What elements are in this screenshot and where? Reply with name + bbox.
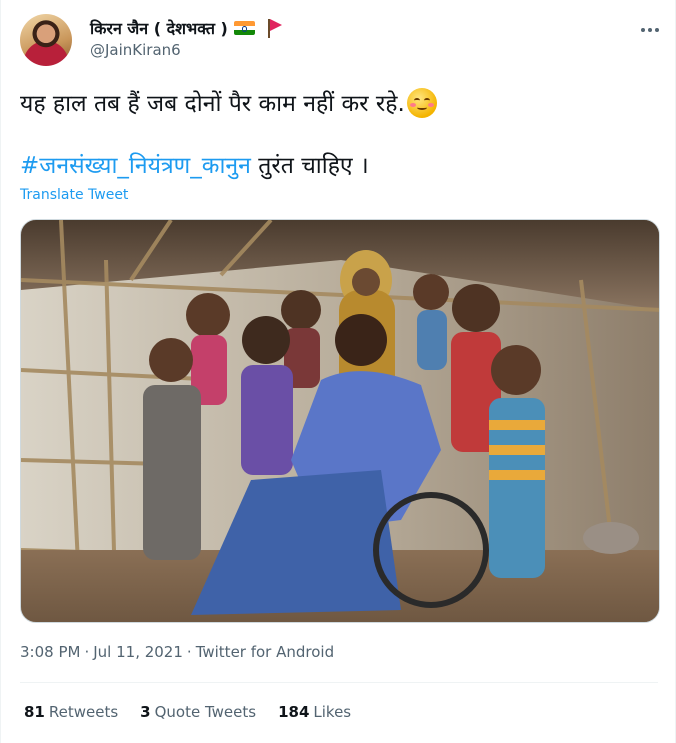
tweet-text-suffix: तुरंत चाहिए । bbox=[250, 153, 369, 179]
saffron-pennant-icon bbox=[265, 18, 283, 38]
retweets-stat[interactable]: 81 Retweets bbox=[24, 703, 118, 725]
tweet-photo[interactable] bbox=[20, 219, 660, 623]
author-avatar[interactable] bbox=[20, 14, 72, 66]
likes-label: Likes bbox=[313, 703, 352, 721]
tweet-text-sentence: यह हाल तब हैं जब दोनों पैर काम नहीं कर र… bbox=[20, 91, 405, 117]
tweet-detail: किरन जैन ( देशभक्त ) @JainKiran6 यह हाल … bbox=[0, 0, 676, 743]
more-options-icon[interactable] bbox=[637, 22, 663, 38]
quotes-count: 3 bbox=[140, 703, 151, 721]
tweet-text-line2: #जनसंख्या_नियंत्रण_कानुन तुरंत चाहिए । bbox=[20, 151, 369, 181]
tweet-time[interactable]: 3:08 PM bbox=[20, 643, 80, 665]
quotes-label: Quote Tweets bbox=[154, 703, 257, 721]
retweets-label: Retweets bbox=[48, 703, 119, 721]
tweet-date[interactable]: Jul 11, 2021 bbox=[93, 643, 183, 665]
separator-dot: · bbox=[186, 643, 192, 661]
tweet-timestamp: 3:08 PM · Jul 11, 2021 · Twitter for And… bbox=[20, 643, 334, 665]
likes-count: 184 bbox=[278, 703, 310, 721]
author-handle[interactable]: @JainKiran6 bbox=[90, 41, 181, 59]
tweet-stats: 81 Retweets 3 Quote Tweets 184 Likes bbox=[24, 703, 351, 725]
photo-image bbox=[21, 220, 659, 622]
retweets-count: 81 bbox=[24, 703, 45, 721]
india-flag-icon bbox=[233, 21, 255, 35]
translate-tweet-link[interactable]: Translate Tweet bbox=[20, 187, 128, 203]
blush-emoji-icon bbox=[406, 88, 437, 118]
tweet-text-line1: यह हाल तब हैं जब दोनों पैर काम नहीं कर र… bbox=[20, 88, 437, 119]
hashtag-link[interactable]: #जनसंख्या_नियंत्रण_कानुन bbox=[20, 153, 251, 179]
tweet-source-link[interactable]: Twitter for Android bbox=[196, 643, 334, 665]
likes-stat[interactable]: 184 Likes bbox=[278, 703, 351, 725]
author-name-row: किरन जैन ( देशभक्त ) bbox=[90, 17, 283, 39]
separator-dot: · bbox=[84, 643, 90, 661]
quote-tweets-stat[interactable]: 3 Quote Tweets bbox=[140, 703, 256, 725]
author-display-name[interactable]: किरन जैन ( देशभक्त ) bbox=[90, 17, 228, 39]
divider bbox=[20, 682, 658, 683]
